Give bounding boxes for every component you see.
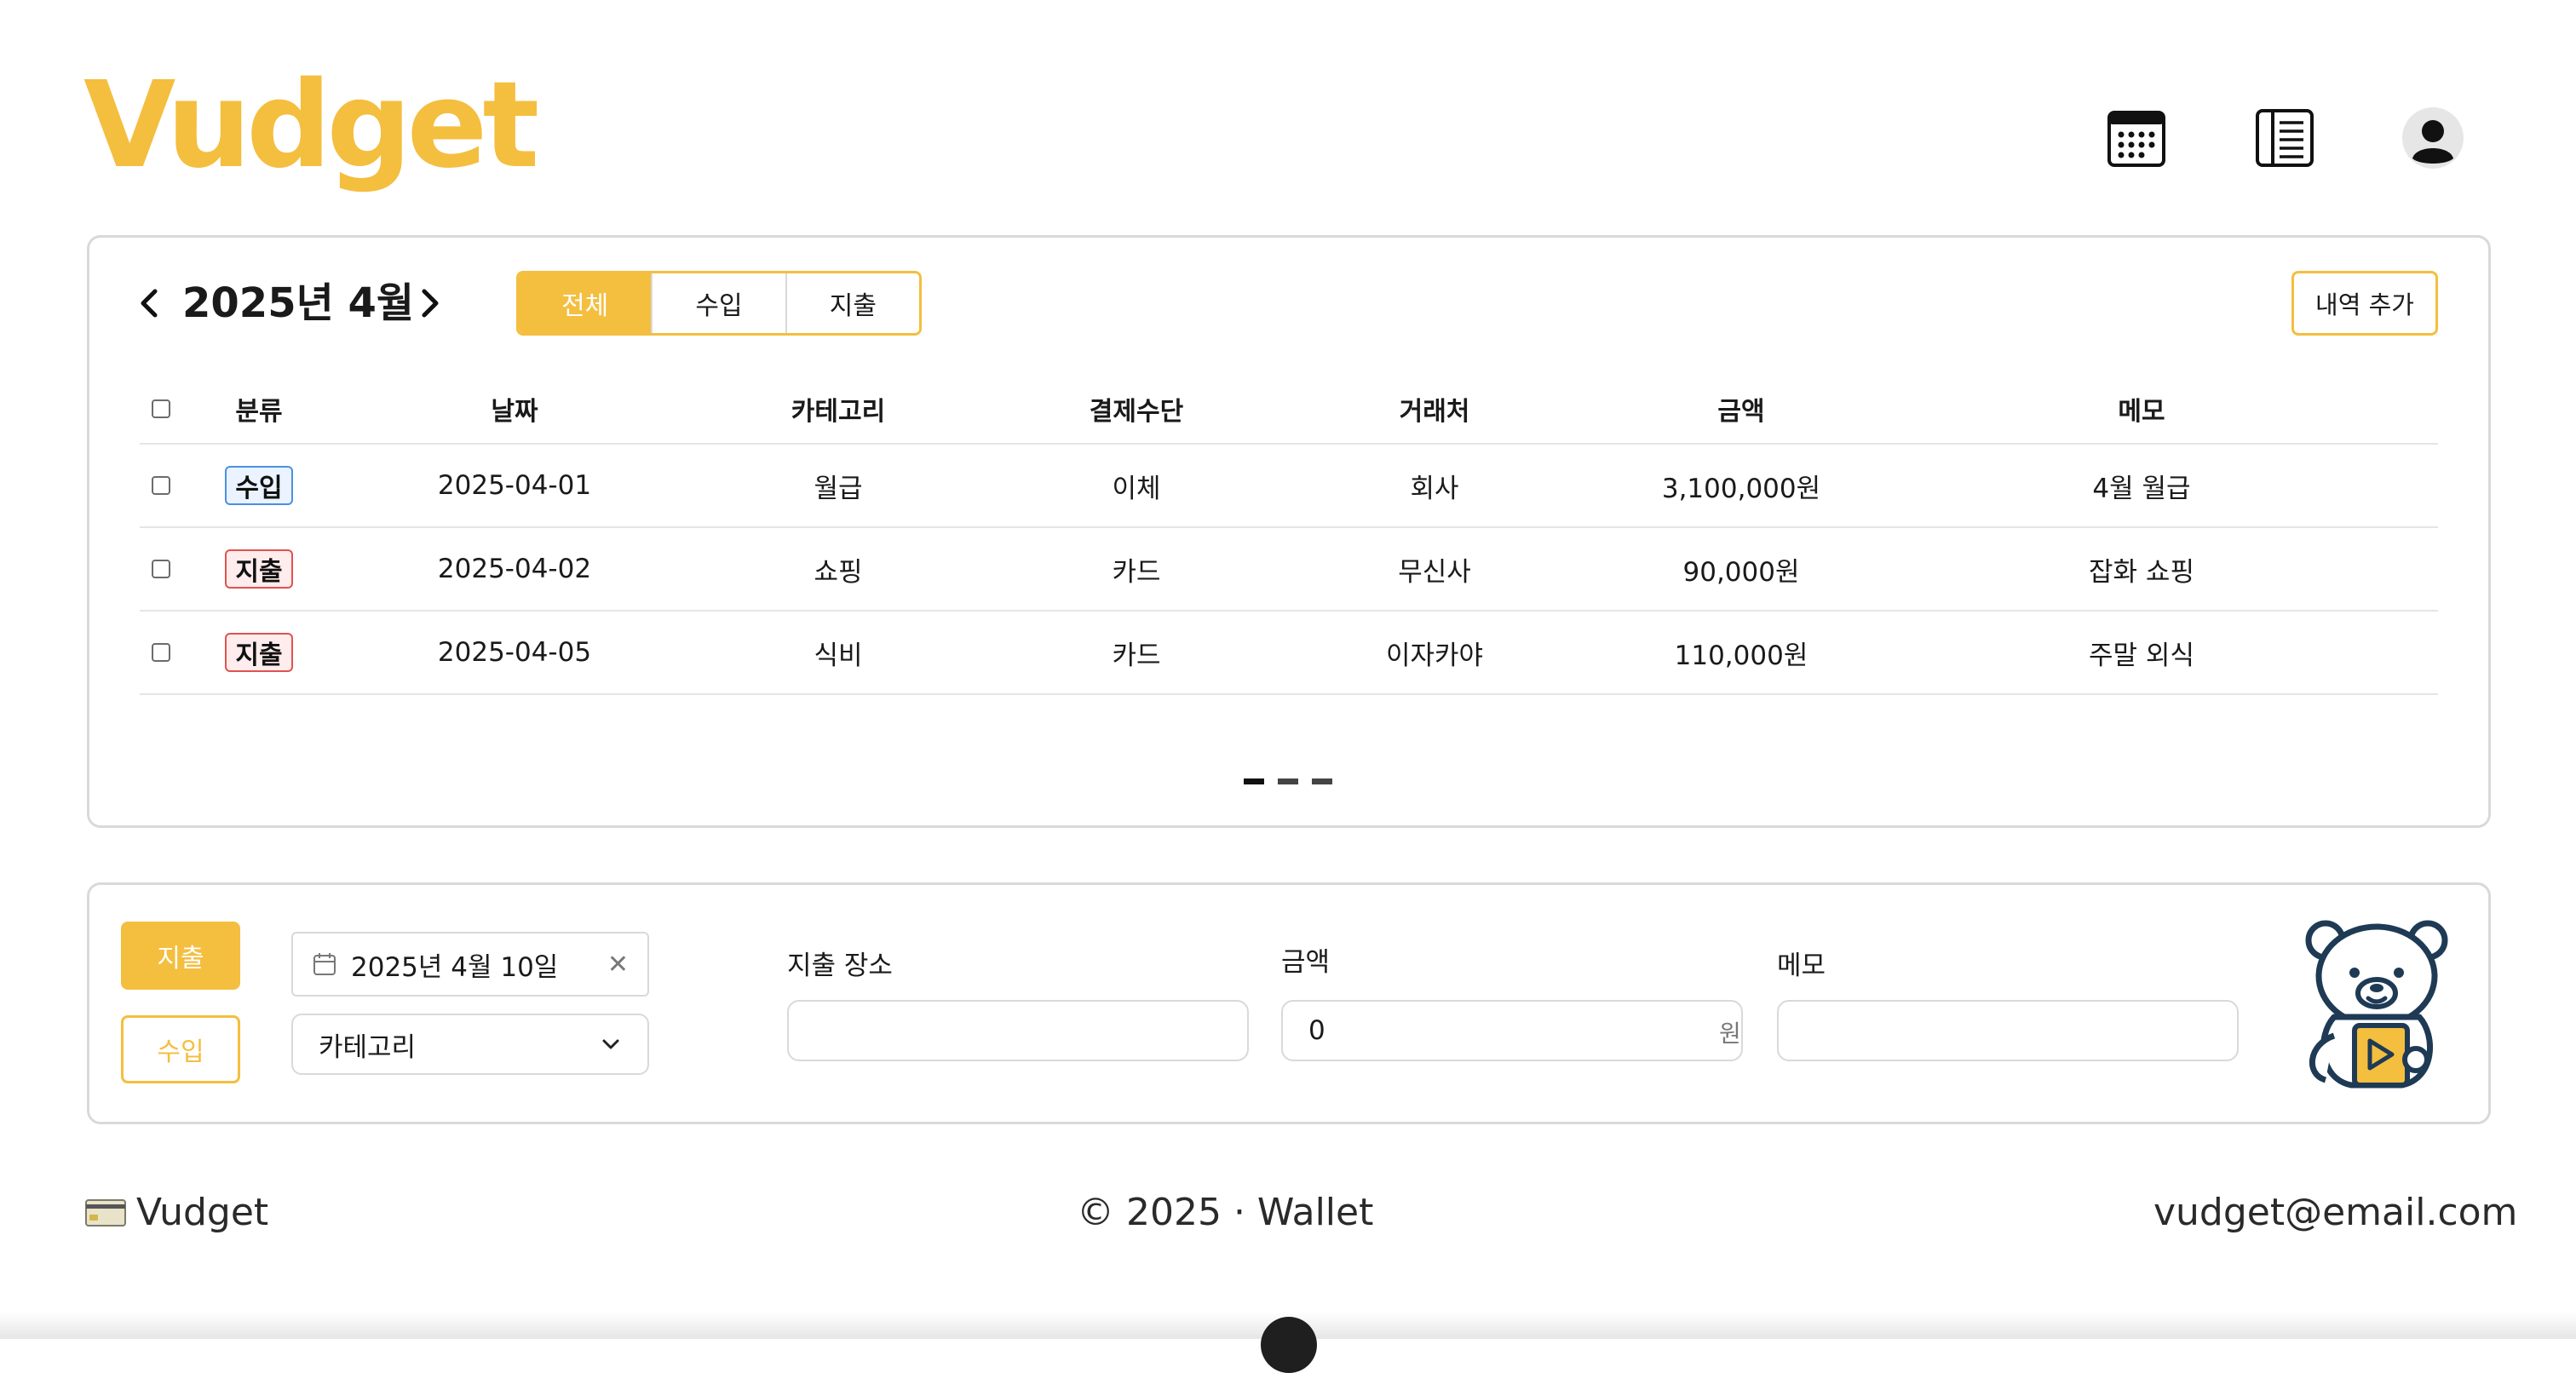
row-checkbox[interactable]	[152, 560, 170, 578]
col-date[interactable]: 날짜	[446, 375, 583, 443]
ledger-table: 분류 날짜 카테고리 결제수단 거래처 금액 메모 수입 2025-04-01 …	[140, 375, 2438, 695]
filter-all[interactable]: 전체	[519, 273, 652, 333]
method-cell: 카드	[1112, 640, 1161, 671]
add-entry-button[interactable]: 내역 추가	[2291, 271, 2438, 336]
footer-copyright: © 2025 · Wallet	[1077, 1191, 1374, 1234]
select-all-cell	[140, 375, 182, 443]
method-cell: 카드	[1112, 556, 1161, 588]
pagination	[1244, 778, 1332, 784]
footer-brand-text: Vudget	[136, 1191, 269, 1234]
col-type[interactable]: 분류	[225, 375, 293, 443]
filter-income[interactable]: 수입	[651, 273, 785, 333]
col-memo[interactable]: 메모	[2065, 375, 2218, 443]
table-row[interactable]: 수입 2025-04-01 월급 이체 회사 3,100,000원 4월 월급	[140, 445, 2438, 528]
table-header: 분류 날짜 카테고리 결제수단 거래처 금액 메모	[140, 375, 2438, 445]
type-cell: 지출	[225, 528, 293, 610]
type-cell: 지출	[225, 612, 293, 693]
amount-cell: 110,000원	[1674, 640, 1808, 671]
row-select-cell	[140, 445, 182, 526]
row-select-cell	[140, 528, 182, 610]
col-category[interactable]: 카테고리	[770, 375, 906, 443]
category-cell: 월급	[814, 473, 863, 504]
memo-cell: 잡화 쇼핑	[2089, 556, 2194, 588]
user-avatar-icon[interactable]	[2401, 106, 2465, 170]
calendar-small-icon	[313, 953, 336, 975]
col-amount[interactable]: 금액	[1665, 375, 1818, 443]
amount-cell: 3,100,000원	[1661, 473, 1821, 504]
type-cell: 수입	[225, 445, 293, 526]
chevron-left-icon[interactable]	[133, 284, 167, 322]
page-indicator-1[interactable]	[1244, 778, 1264, 784]
expense-type-button[interactable]: 지출	[121, 922, 240, 990]
income-type-button[interactable]: 수입	[121, 1015, 240, 1083]
date-cell: 2025-04-02	[437, 554, 592, 584]
date-cell: 2025-04-05	[437, 637, 592, 668]
chevron-right-icon[interactable]	[412, 284, 446, 322]
amount-unit: 원	[1719, 1020, 1741, 1048]
category-cell: 쇼핑	[814, 556, 863, 588]
place-label: 지출 장소	[787, 951, 893, 981]
col-method[interactable]: 결제수단	[1068, 375, 1205, 443]
memo-cell: 주말 외식	[2089, 640, 2194, 671]
chevron-down-icon	[602, 1039, 619, 1049]
floating-action-button[interactable]	[1261, 1317, 1317, 1373]
income-badge: 수입	[225, 466, 293, 505]
category-select[interactable]: 카테고리	[291, 1014, 649, 1075]
filter-expense[interactable]: 지출	[785, 273, 919, 333]
bear-mascot-icon[interactable]	[2300, 916, 2453, 1092]
date-value: 2025년 4월 10일	[351, 951, 559, 983]
expense-badge: 지출	[225, 633, 293, 672]
table-row[interactable]: 지출 2025-04-02 쇼핑 카드 무신사 90,000원 잡화 쇼핑	[140, 528, 2438, 612]
date-picker-field[interactable]: 2025년 4월 10일 ✕	[291, 932, 649, 997]
col-vendor[interactable]: 거래처	[1366, 375, 1503, 443]
select-all-checkbox[interactable]	[152, 399, 170, 418]
vendor-cell: 이자카야	[1385, 640, 1484, 671]
category-select-value: 카테고리	[319, 1031, 417, 1063]
calendar-icon[interactable]	[2104, 106, 2169, 170]
place-input[interactable]	[787, 1000, 1249, 1061]
list-icon[interactable]	[2252, 106, 2317, 170]
page-indicator-3[interactable]	[1312, 778, 1332, 784]
date-cell: 2025-04-01	[437, 470, 592, 501]
clear-date-icon[interactable]: ✕	[607, 950, 629, 979]
footer-email[interactable]: vudget@email.com	[2153, 1189, 2517, 1237]
page-indicator-2[interactable]	[1278, 778, 1298, 784]
month-title: 2025년 4월	[182, 279, 415, 327]
row-checkbox[interactable]	[152, 643, 170, 662]
memo-input[interactable]	[1777, 1000, 2239, 1061]
amount-cell: 90,000원	[1682, 556, 1800, 588]
vendor-cell: 회사	[1410, 473, 1459, 504]
vendor-cell: 무신사	[1398, 556, 1471, 588]
method-cell: 이체	[1112, 473, 1161, 504]
memo-cell: 4월 월급	[2092, 473, 2191, 504]
expense-badge: 지출	[225, 549, 293, 589]
amount-label: 금액	[1281, 947, 1331, 978]
footer-brand: Vudget	[85, 1189, 268, 1237]
amount-input[interactable]: 0	[1281, 1000, 1743, 1061]
table-row[interactable]: 지출 2025-04-05 식비 카드 이자카야 110,000원 주말 외식	[140, 612, 2438, 695]
credit-card-icon	[85, 1199, 126, 1227]
app-logo[interactable]: Vudget	[83, 66, 539, 186]
memo-label: 메모	[1777, 951, 1826, 981]
type-filter-group: 전체 수입 지출	[516, 271, 922, 336]
row-checkbox[interactable]	[152, 476, 170, 495]
row-select-cell	[140, 612, 182, 693]
category-cell: 식비	[814, 640, 863, 671]
